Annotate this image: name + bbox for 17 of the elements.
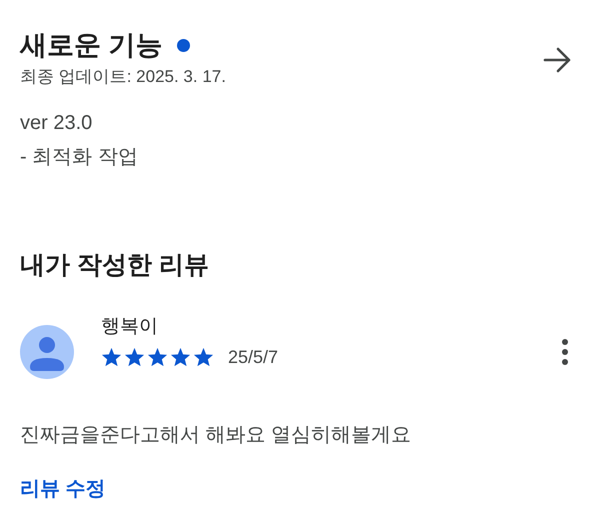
last-updated-text: 최종 업데이트: 2025. 3. 17. bbox=[20, 66, 226, 88]
section-title: 새로운 기능 bbox=[20, 29, 163, 62]
star-icon bbox=[170, 347, 191, 367]
release-note-line: ver 23.0 bbox=[20, 111, 94, 136]
more-options-icon[interactable] bbox=[560, 337, 570, 367]
star-icon bbox=[147, 347, 168, 367]
arrow-right-icon[interactable] bbox=[542, 45, 572, 75]
review-date: 25/5/7 bbox=[228, 346, 278, 368]
star-icon bbox=[124, 347, 145, 367]
star-icon bbox=[193, 347, 214, 367]
release-note-line: - 최적화 작업 bbox=[20, 145, 139, 170]
star-icon bbox=[101, 347, 122, 367]
edit-review-link[interactable]: 리뷰 수정 bbox=[20, 478, 106, 500]
review-text: 진짜금을준다고해서 해봐요 열심히해볼게요 bbox=[20, 424, 412, 446]
avatar-icon bbox=[20, 325, 74, 379]
section-title: 내가 작성한 리뷰 bbox=[20, 251, 209, 279]
reviewer-name: 행복이 bbox=[101, 314, 159, 338]
